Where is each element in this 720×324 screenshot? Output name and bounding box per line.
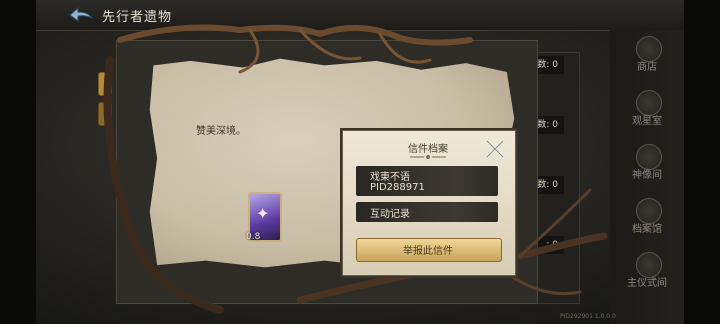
sender-pid: PID288971 (370, 182, 425, 193)
nav-label: 档案馆 (632, 224, 662, 235)
page-title: 先行者遗物 (102, 10, 173, 25)
back-arrow-icon[interactable] (66, 4, 96, 26)
nav-item-shop[interactable]: 商店 (610, 30, 684, 90)
tab-marker[interactable] (98, 102, 112, 126)
interaction-history-label: 互动记录 (370, 209, 410, 220)
left-letterbox (0, 0, 36, 324)
nav-label: 神像间 (632, 170, 662, 181)
lightning-icon: ✦ (256, 204, 270, 223)
ornament-icon (410, 155, 446, 159)
nav-item-ritual-hall[interactable]: 主仪式间 (610, 246, 684, 306)
report-letter-label: 举报此信件 (403, 246, 453, 257)
nav-label: 主仪式间 (627, 278, 667, 289)
nav-item-statue-room[interactable]: 神像间 (610, 138, 684, 198)
nav-item-archive[interactable]: 档案馆 (610, 192, 684, 252)
nav-label: 商店 (637, 62, 657, 73)
build-id: PID292901 1.0.0.0 (560, 313, 616, 320)
tab-marker[interactable] (98, 72, 112, 96)
sender-name: 戏東不语 (370, 172, 410, 183)
nav-label: 观星室 (632, 116, 662, 127)
side-nav: 商店 观星室 神像间 档案馆 主仪式间 (610, 30, 684, 324)
game-screen: 先行者遗物 商店 观星室 神像间 档案馆 主仪式间 评价次数: 0 ask 次数… (0, 0, 720, 324)
card-badge: 0.8 (246, 232, 261, 242)
close-icon[interactable] (484, 138, 506, 160)
right-letterbox (684, 0, 720, 324)
letter-text: 赞美深境。 (196, 126, 246, 137)
nav-item-observatory[interactable]: 观星室 (610, 84, 684, 144)
